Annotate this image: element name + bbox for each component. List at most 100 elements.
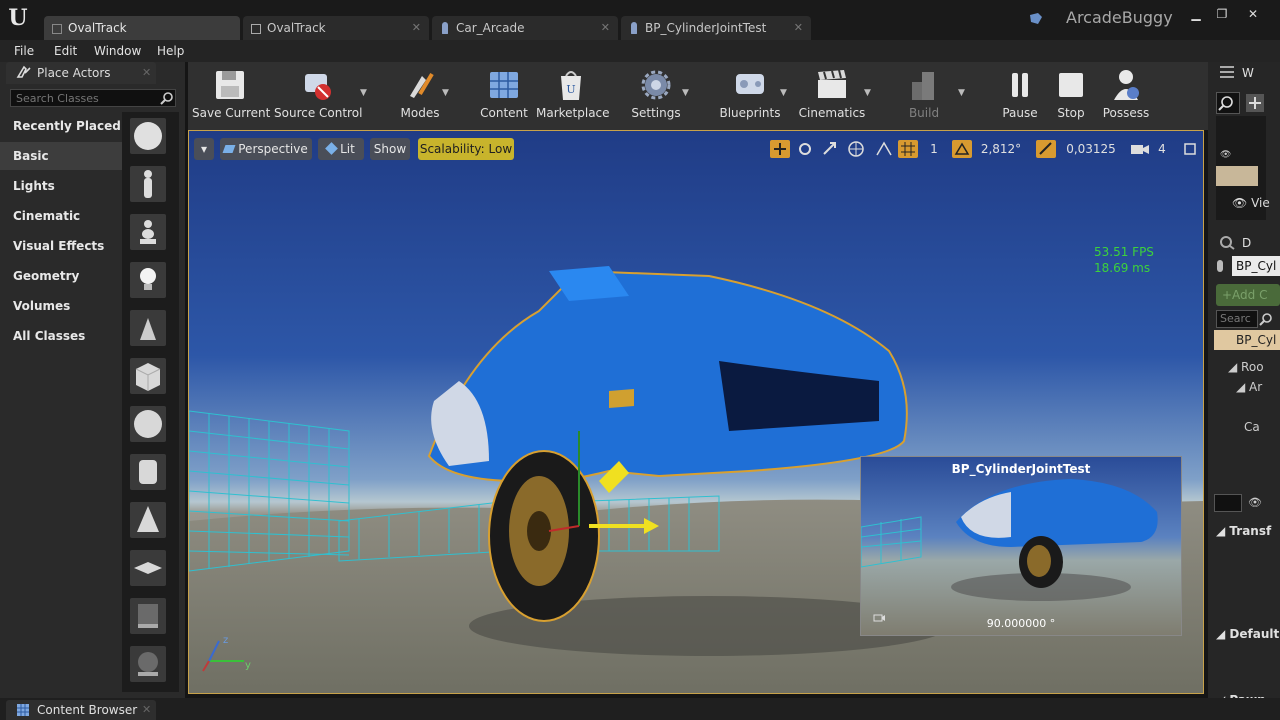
scalability-button[interactable]: Scalability: Low bbox=[418, 138, 514, 160]
possess-button[interactable]: Possess bbox=[1098, 64, 1154, 124]
cone-thumb[interactable] bbox=[130, 502, 166, 538]
rotation-snap-icon[interactable] bbox=[952, 140, 972, 158]
box-trigger-thumb[interactable] bbox=[130, 598, 166, 634]
menu-help[interactable]: Help bbox=[157, 44, 184, 58]
modes-button[interactable]: Modes bbox=[392, 64, 448, 124]
category-basic[interactable]: Basic bbox=[0, 142, 122, 170]
maximize-viewport-icon[interactable] bbox=[1183, 142, 1197, 156]
close-button[interactable]: ✕ bbox=[1243, 6, 1263, 22]
cinematics-dropdown[interactable]: ▼ bbox=[864, 88, 871, 98]
content-browser-label: Content Browser bbox=[37, 703, 138, 717]
stop-icon bbox=[1055, 68, 1087, 102]
close-panel-icon[interactable]: ✕ bbox=[142, 66, 151, 79]
player-start-thumb[interactable] bbox=[130, 310, 166, 346]
section-default[interactable]: ◢ Default bbox=[1216, 627, 1279, 641]
show-button[interactable]: Show bbox=[370, 138, 410, 160]
rotation-snap-value[interactable]: 2,812° bbox=[976, 140, 1026, 158]
menu-edit[interactable]: Edit bbox=[54, 44, 77, 58]
grid-snap-value[interactable]: 1 bbox=[924, 140, 944, 158]
translate-mode-icon[interactable] bbox=[770, 140, 790, 158]
settings-button[interactable]: Settings bbox=[628, 64, 684, 124]
tab-ovaltrack-active[interactable]: OvalTrack bbox=[44, 16, 240, 40]
visibility-eye-icon[interactable]: 👁 bbox=[1220, 150, 1232, 160]
category-cinematic[interactable]: Cinematic bbox=[0, 202, 122, 230]
components-search-field[interactable]: Searc bbox=[1216, 310, 1258, 328]
pause-button[interactable]: Pause bbox=[996, 64, 1044, 124]
blueprints-button[interactable]: Blueprints bbox=[718, 64, 782, 124]
add-component-button[interactable]: +Add C bbox=[1216, 284, 1280, 306]
menu-window[interactable]: Window bbox=[94, 44, 141, 58]
close-tab-icon[interactable]: ✕ bbox=[601, 16, 610, 40]
blueprints-dropdown[interactable]: ▼ bbox=[780, 88, 787, 98]
pawn-thumb[interactable] bbox=[130, 214, 166, 250]
outliner-search-button[interactable] bbox=[1216, 92, 1240, 114]
source-control-dropdown[interactable]: ▼ bbox=[360, 88, 367, 98]
search-classes-field[interactable] bbox=[10, 89, 176, 107]
build-dropdown[interactable]: ▼ bbox=[958, 88, 965, 98]
close-tab-icon[interactable]: ✕ bbox=[412, 16, 421, 40]
component-tree-item[interactable]: Ca bbox=[1244, 420, 1260, 434]
category-visual-effects[interactable]: Visual Effects bbox=[0, 232, 122, 260]
details-tab[interactable]: D bbox=[1242, 236, 1251, 250]
world-outliner-tab[interactable]: W bbox=[1242, 66, 1254, 80]
camera-speed-value[interactable]: 4 bbox=[1154, 140, 1170, 158]
marketplace-button[interactable]: U Marketplace bbox=[536, 64, 610, 124]
feedback-icon[interactable] bbox=[1028, 12, 1044, 26]
tab-bp-cylinderjointtest[interactable]: BP_CylinderJointTest ✕ bbox=[621, 16, 811, 40]
view-mode-lit-button[interactable]: Lit bbox=[318, 138, 364, 160]
sphere-thumb[interactable] bbox=[130, 406, 166, 442]
settings-dropdown[interactable]: ▼ bbox=[682, 88, 689, 98]
point-light-thumb[interactable] bbox=[130, 262, 166, 298]
source-control-button[interactable]: Source Control bbox=[274, 64, 362, 124]
scale-mode-icon[interactable] bbox=[820, 140, 840, 158]
plane-thumb[interactable] bbox=[130, 550, 166, 586]
component-tree-item[interactable]: ◢ Ar bbox=[1236, 380, 1262, 394]
category-volumes[interactable]: Volumes bbox=[0, 292, 122, 320]
category-lights[interactable]: Lights bbox=[0, 172, 122, 200]
viewport-options-button[interactable]: ▾ bbox=[194, 138, 214, 160]
grid-snap-icon[interactable] bbox=[898, 140, 918, 158]
cylinder-thumb[interactable] bbox=[130, 454, 166, 490]
tab-ovaltrack[interactable]: OvalTrack ✕ bbox=[243, 16, 429, 40]
world-space-icon[interactable] bbox=[846, 140, 866, 158]
close-panel-icon[interactable]: ✕ bbox=[142, 703, 151, 716]
search-classes-input[interactable] bbox=[11, 90, 156, 106]
scale-snap-icon[interactable] bbox=[1036, 140, 1056, 158]
maximize-button[interactable]: ❐ bbox=[1212, 6, 1232, 22]
actor-name-field[interactable]: BP_Cyl bbox=[1232, 256, 1280, 276]
stop-button[interactable]: Stop bbox=[1048, 64, 1094, 124]
component-root-blueprint[interactable]: BP_Cyl bbox=[1214, 330, 1280, 350]
surface-snap-icon[interactable] bbox=[874, 140, 894, 158]
category-recently-placed[interactable]: Recently Placed bbox=[0, 112, 122, 140]
minimize-button[interactable]: ▁ bbox=[1186, 6, 1206, 22]
unreal-logo-icon[interactable]: U bbox=[4, 4, 32, 32]
modes-dropdown[interactable]: ▼ bbox=[442, 88, 449, 98]
cube-thumb[interactable] bbox=[130, 358, 166, 394]
camera-speed-icon[interactable] bbox=[1128, 140, 1152, 158]
component-tree-item[interactable]: ◢ Roo bbox=[1228, 360, 1264, 374]
rotate-mode-icon[interactable] bbox=[795, 140, 815, 158]
cinematics-button[interactable]: Cinematics bbox=[798, 64, 866, 124]
character-thumb[interactable] bbox=[130, 166, 166, 202]
close-tab-icon[interactable]: ✕ bbox=[794, 16, 803, 40]
details-search-button[interactable] bbox=[1214, 494, 1242, 512]
section-transform[interactable]: ◢ Transf bbox=[1216, 524, 1271, 538]
empty-actor-thumb[interactable] bbox=[130, 118, 166, 154]
content-button[interactable]: Content bbox=[478, 64, 530, 124]
category-geometry[interactable]: Geometry bbox=[0, 262, 122, 290]
perspective-button[interactable]: Perspective bbox=[220, 138, 312, 160]
car-wheel bbox=[488, 450, 600, 622]
view-options[interactable]: 👁 Vie bbox=[1232, 196, 1280, 216]
outliner-add-icon[interactable] bbox=[1244, 92, 1266, 114]
tab-car-arcade[interactable]: Car_Arcade ✕ bbox=[432, 16, 618, 40]
category-all-classes[interactable]: All Classes bbox=[0, 322, 122, 350]
search-icon[interactable] bbox=[160, 91, 174, 105]
outliner-selected-row[interactable] bbox=[1216, 166, 1258, 186]
menu-file[interactable]: File bbox=[14, 44, 34, 58]
eye-icon[interactable]: 👁 bbox=[1248, 496, 1268, 510]
scale-snap-value[interactable]: 0,03125 bbox=[1062, 140, 1120, 158]
build-button[interactable]: Build bbox=[898, 64, 950, 124]
sphere-trigger-thumb[interactable] bbox=[130, 646, 166, 682]
search-icon[interactable] bbox=[1258, 311, 1274, 327]
save-current-button[interactable]: Save Current bbox=[192, 64, 270, 124]
